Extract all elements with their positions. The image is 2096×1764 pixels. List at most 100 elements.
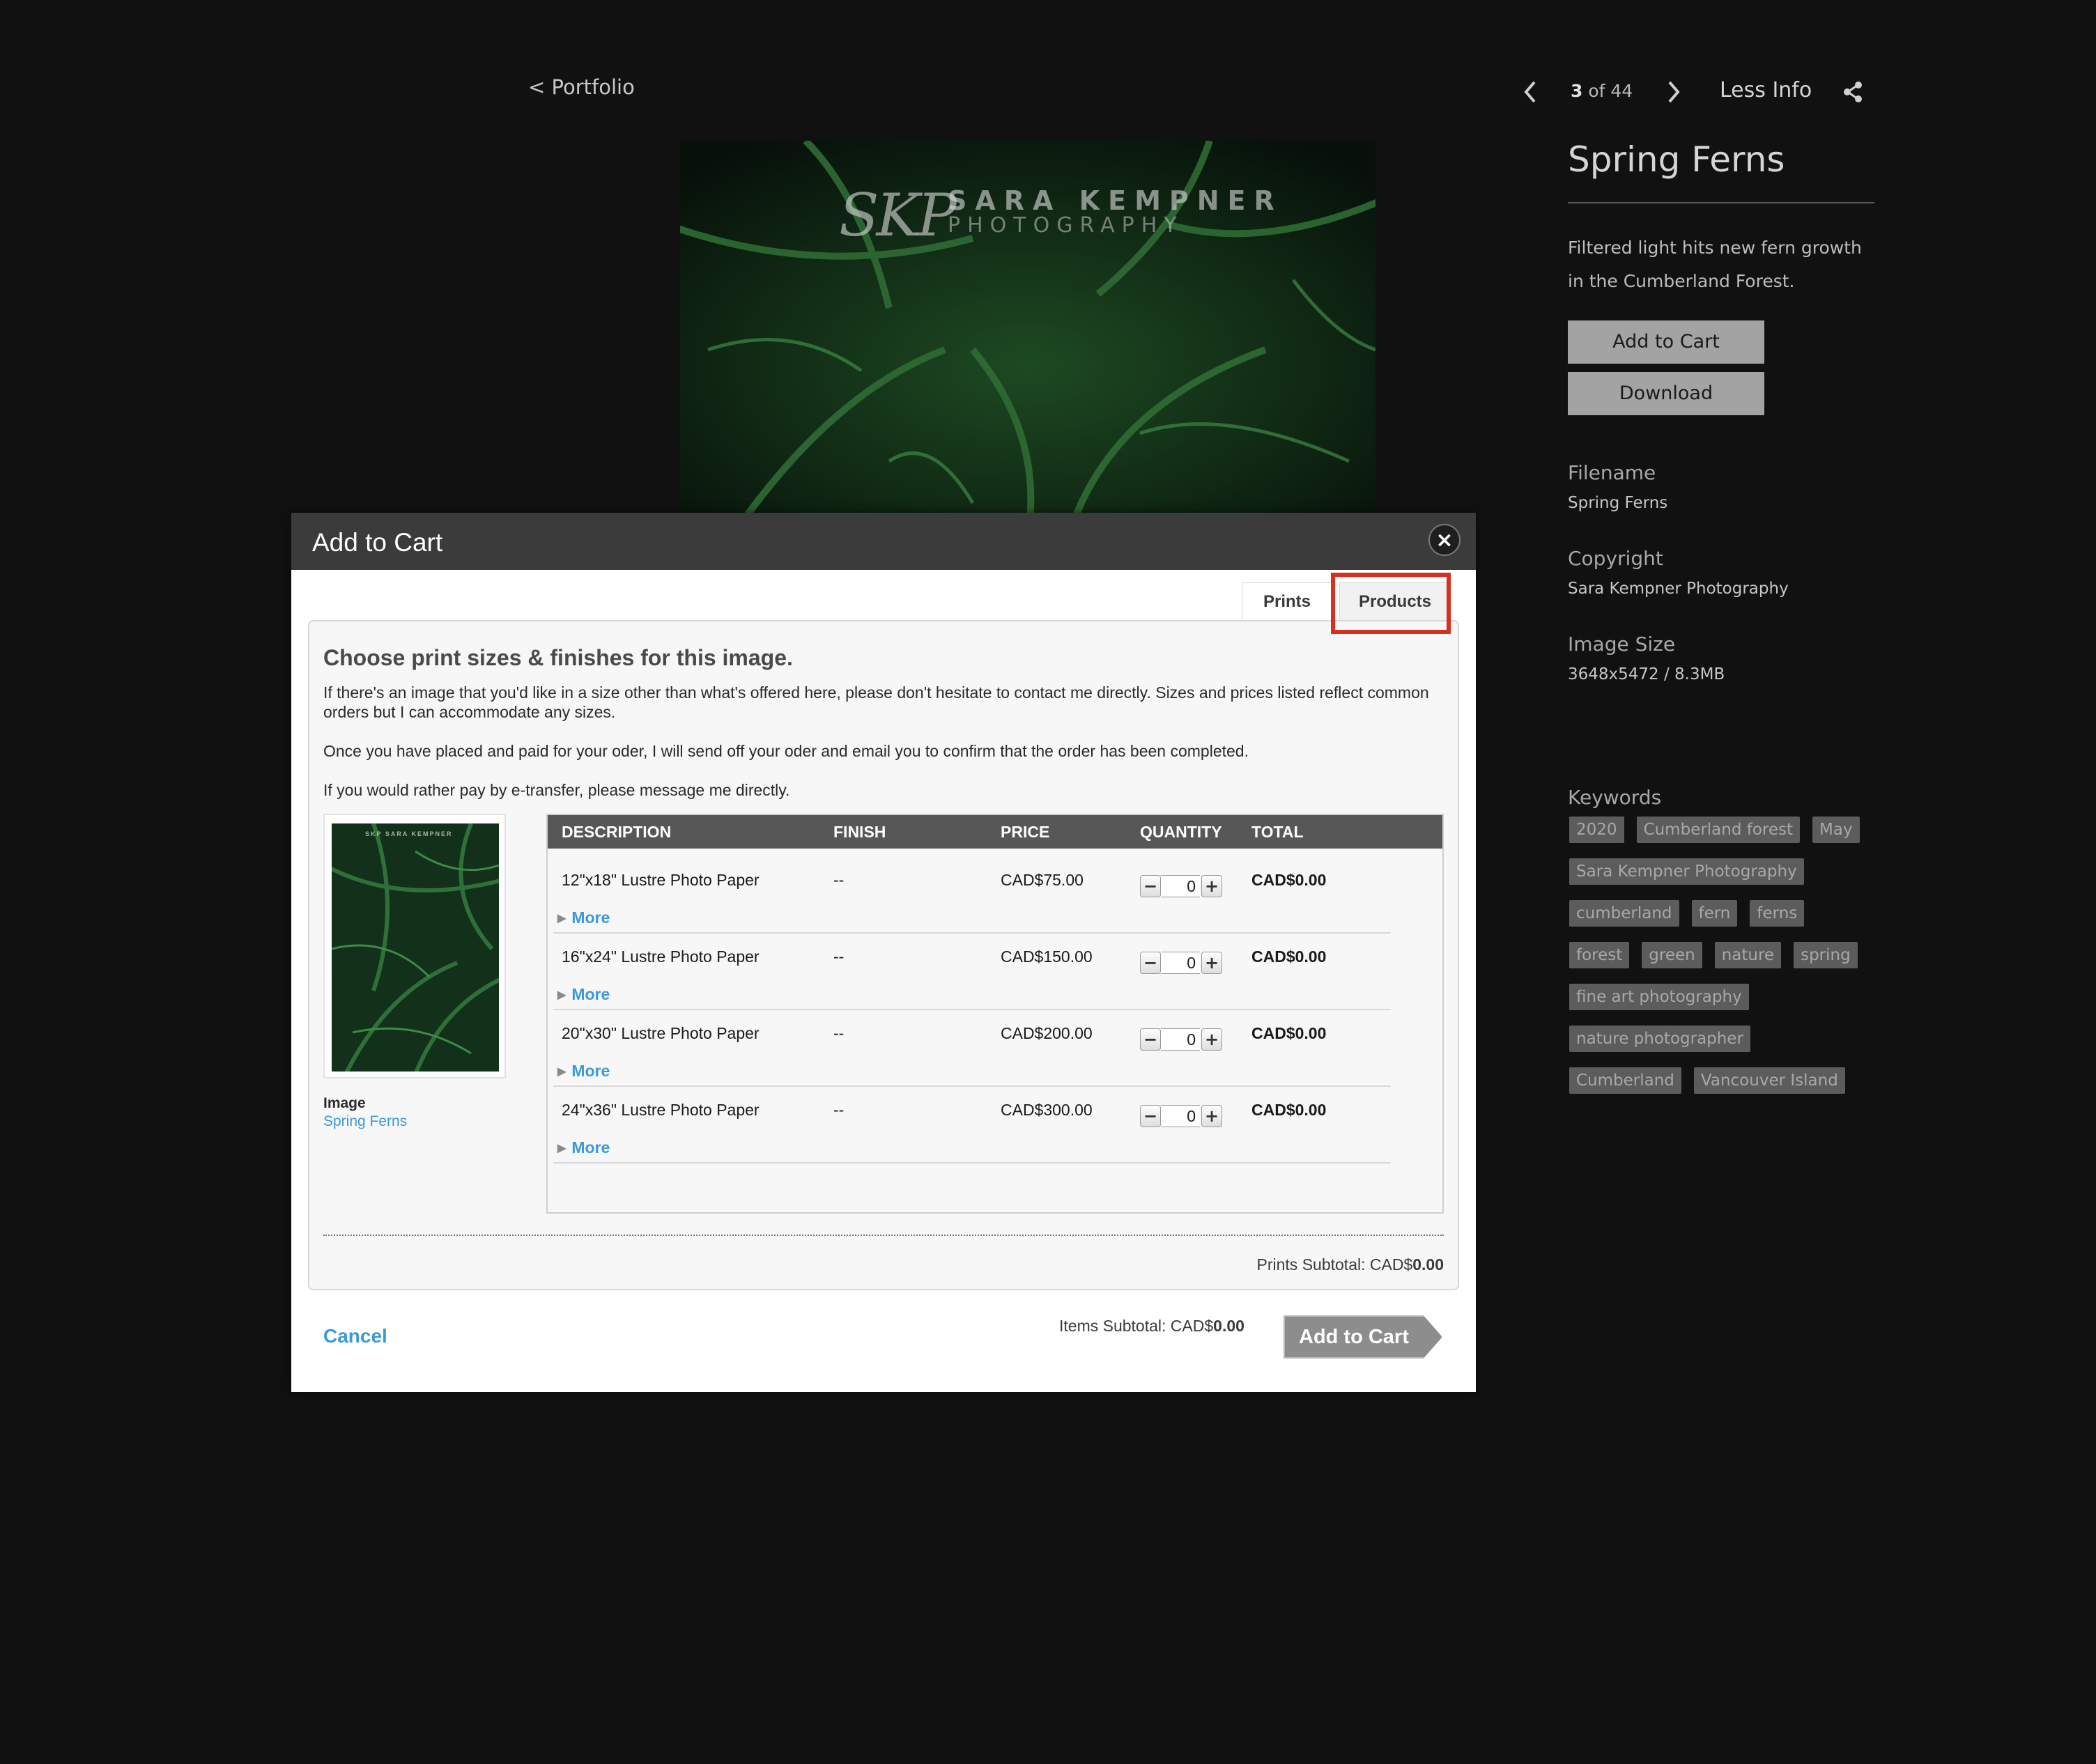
keyword-row: forest green nature spring (1569, 942, 1876, 984)
quantity-decrement-button[interactable]: − (1140, 875, 1161, 897)
row-price: CAD$200.00 (1001, 1024, 1093, 1042)
keyword-row: cumberland fern ferns (1569, 900, 1876, 942)
row-more-link[interactable]: ▶ More (557, 908, 610, 927)
keyword-tag[interactable]: May (1812, 817, 1860, 843)
keyword-tag[interactable]: green (1642, 942, 1702, 968)
row-more-link[interactable]: ▶ More (557, 1062, 610, 1081)
quantity-stepper: − + (1140, 1024, 1222, 1055)
image-size-label: Image Size (1568, 633, 1676, 656)
quantity-input[interactable] (1161, 1028, 1200, 1051)
quantity-input[interactable] (1161, 952, 1200, 974)
cancel-button[interactable]: Cancel (323, 1325, 387, 1347)
row-description: 16"x24" Lustre Photo Paper (562, 947, 760, 966)
quantity-decrement-button[interactable]: − (1140, 1028, 1161, 1051)
quantity-decrement-button[interactable]: − (1140, 1105, 1161, 1127)
share-icon[interactable] (1841, 79, 1866, 105)
keyword-tag[interactable]: fern (1691, 900, 1738, 927)
items-subtotal-value: 0.00 (1213, 1317, 1244, 1335)
quantity-input[interactable] (1161, 1105, 1200, 1127)
image-description: Filtered light hits new fern growth in t… (1568, 238, 1862, 291)
portfolio-back-link[interactable]: < Portfolio (528, 75, 635, 99)
image-size-value: 3648x5472 / 8.3MB (1568, 665, 1725, 683)
keyword-tags: 2020 Cumberland forest May Sara Kempner Ph… (1569, 817, 1876, 1109)
keyword-tag[interactable]: fine art photography (1569, 984, 1749, 1010)
row-description: 20"x30" Lustre Photo Paper (562, 1024, 760, 1042)
keyword-tag[interactable]: nature (1714, 942, 1782, 968)
quantity-increment-button[interactable]: + (1201, 952, 1222, 974)
info-paragraph-sizes: If there's an image that you'd like in a… (323, 683, 1429, 721)
keyword-tag[interactable]: Cumberland (1569, 1067, 1681, 1094)
row-more-link[interactable]: ▶ More (557, 985, 610, 1004)
counter-total: of 44 (1582, 81, 1633, 101)
row-description: 24"x36" Lustre Photo Paper (562, 1101, 760, 1119)
keyword-tag[interactable]: spring (1794, 942, 1858, 968)
column-description: DESCRIPTION (562, 823, 672, 841)
keyword-tag[interactable]: nature photographer (1569, 1026, 1750, 1052)
filename-label: Filename (1568, 461, 1656, 484)
keyword-tag[interactable]: cumberland (1569, 900, 1679, 927)
subtotal-divider (323, 1235, 1444, 1236)
prints-subtotal-label: Prints Subtotal: CAD$ (1256, 1255, 1413, 1274)
prints-subtotal-value: 0.00 (1412, 1255, 1444, 1274)
keyword-tag[interactable]: Cumberland forest (1636, 817, 1801, 843)
quantity-increment-button[interactable]: + (1201, 1028, 1222, 1051)
quantity-increment-button[interactable]: + (1201, 1105, 1222, 1127)
column-total: TOTAL (1251, 823, 1304, 841)
row-price: CAD$300.00 (1001, 1101, 1093, 1119)
main-photo: SKP SARA KEMPNER PHOTOGRAPHY (680, 141, 1376, 514)
row-finish: -- (833, 1024, 845, 1042)
copyright-label: Copyright (1568, 547, 1663, 570)
keywords-label: Keywords (1568, 786, 1662, 809)
less-info-toggle[interactable]: Less Info (1720, 78, 1812, 102)
quantity-stepper: − + (1140, 947, 1222, 978)
image-thumbnail: SKP SARA KEMPNER (323, 814, 506, 1078)
row-more-link[interactable]: ▶ More (557, 1138, 610, 1157)
row-description: 12"x18" Lustre Photo Paper (562, 871, 760, 889)
sidebar-download-button[interactable]: Download (1568, 372, 1764, 415)
quantity-increment-button[interactable]: + (1201, 875, 1222, 897)
chevron-left-icon[interactable] (1519, 78, 1541, 106)
keyword-tag[interactable]: Vancouver Island (1693, 1067, 1845, 1094)
column-quantity: QUANTITY (1140, 823, 1222, 841)
chevron-right-icon[interactable] (1663, 78, 1685, 106)
row-total: CAD$0.00 (1251, 1101, 1327, 1119)
sidebar-add-to-cart-button[interactable]: Add to Cart (1568, 320, 1764, 364)
row-total: CAD$0.00 (1251, 1024, 1327, 1042)
row-total: CAD$0.00 (1251, 947, 1327, 966)
column-price: PRICE (1001, 823, 1050, 841)
keyword-row: Sara Kempner Photography (1569, 858, 1876, 900)
triangle-right-icon: ▶ (557, 989, 567, 1001)
thumbnail-fern-graphic (332, 823, 499, 1071)
keyword-tag[interactable]: 2020 (1569, 817, 1624, 843)
filename-value: Spring Ferns (1568, 494, 1668, 512)
products-tab-highlight (1331, 573, 1451, 634)
copyright-value: Sara Kempner Photography (1568, 580, 1789, 598)
image-name-link[interactable]: Spring Ferns (323, 1113, 407, 1130)
watermark-logo-mark: SKP (839, 181, 957, 249)
modal-header: Add to Cart × (291, 513, 1476, 570)
more-label: More (571, 985, 610, 1003)
items-subtotal-label: Items Subtotal: CAD$ (1059, 1317, 1214, 1335)
keyword-row: Cumberland Vancouver Island (1569, 1067, 1876, 1109)
row-finish: -- (833, 871, 845, 889)
prints-subtotal: Prints Subtotal: CAD$0.00 (1257, 1255, 1444, 1274)
watermark-subtitle: PHOTOGRAPHY (948, 213, 1184, 238)
table-header: DESCRIPTION FINISH PRICE QUANTITY TOTAL (548, 815, 1442, 849)
close-icon[interactable]: × (1428, 524, 1461, 556)
triangle-right-icon: ▶ (557, 913, 567, 924)
row-price: CAD$150.00 (1001, 947, 1093, 966)
counter-current: 3 (1571, 81, 1583, 101)
quantity-input[interactable] (1161, 875, 1200, 897)
keyword-tag[interactable]: ferns (1750, 900, 1805, 927)
quantity-decrement-button[interactable]: − (1140, 952, 1161, 974)
add-to-cart-button[interactable]: Add to Cart (1284, 1315, 1442, 1359)
quantity-stepper: − + (1140, 1101, 1222, 1131)
keyword-tag[interactable]: Sara Kempner Photography (1569, 858, 1804, 885)
modal-title: Add to Cart (312, 528, 443, 557)
tab-prints[interactable]: Prints (1242, 582, 1332, 621)
triangle-right-icon: ▶ (557, 1066, 567, 1078)
keyword-row: nature photographer (1569, 1026, 1876, 1067)
more-label: More (571, 1062, 610, 1080)
keyword-tag[interactable]: forest (1569, 942, 1630, 968)
table-row: 16"x24" Lustre Photo Paper -- CAD$150.00… (553, 932, 1391, 1010)
